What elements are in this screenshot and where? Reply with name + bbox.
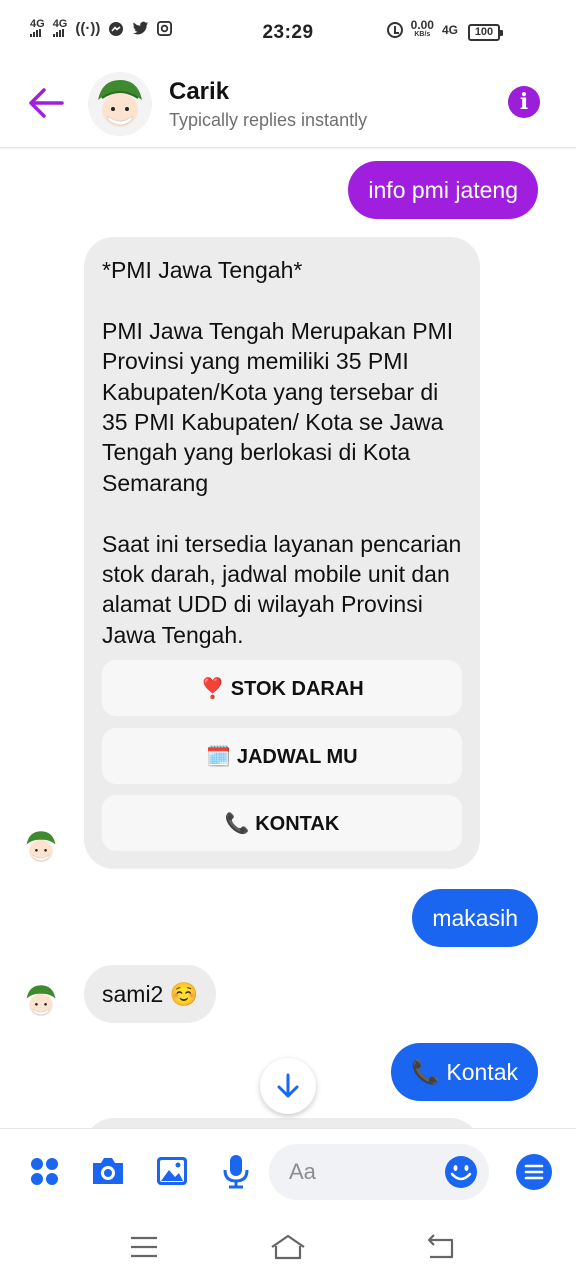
battery-indicator: 100 [468,24,503,41]
image-icon[interactable] [152,1151,192,1191]
quick-reply-jadwal-mu[interactable]: 🗓️ JADWAL MU [102,728,462,784]
carik-mascot-icon [88,72,152,136]
outgoing-message[interactable]: info pmi jateng [348,161,538,219]
alarm-icon [386,22,403,38]
carik-mascot-icon [20,826,62,868]
outgoing-message[interactable]: 📞 Kontak [391,1043,538,1101]
incoming-message[interactable]: sami2 ☺️ [84,965,217,1023]
apps-grid-icon[interactable] [24,1151,64,1191]
camera-icon[interactable] [88,1151,128,1191]
contact-name[interactable]: Carik [169,78,229,106]
status-bar: 4G 4G ((·)) 23:29 0.00 KB/s 4G 100 [0,0,576,66]
net-speed: 0.00 KB/s [410,18,434,38]
composer-bar [0,1128,576,1216]
network-type-right: 4G [441,23,458,37]
bot-avatar[interactable] [20,980,62,1022]
scroll-to-bottom-button[interactable] [260,1058,316,1114]
back-nav-icon[interactable] [420,1230,460,1264]
contact-status: Typically replies instantly [169,110,368,130]
heart-exclamation-icon: ❣️ [200,676,226,700]
chat-header: Carik Typically replies instantly i [0,66,576,148]
bot-avatar[interactable] [20,826,62,868]
carik-mascot-icon [20,980,62,1022]
bot-message-card: *PMI Jawa Tengah* PMI Jawa Tengah Merupa… [84,237,480,869]
back-arrow-icon[interactable] [26,86,66,120]
phone-icon: 📞 [224,811,250,835]
home-icon[interactable] [268,1230,308,1264]
emoji-icon[interactable] [443,1154,479,1190]
status-icons-right: 0.00 KB/s 4G [386,18,458,40]
contact-avatar[interactable] [88,72,152,136]
calendar-icon: 🗓️ [206,744,232,768]
menu-icon[interactable] [515,1153,553,1191]
recent-apps-icon[interactable] [124,1230,164,1264]
outgoing-message[interactable]: makasih [412,889,538,947]
quick-reply-kontak[interactable]: 📞 KONTAK [102,795,462,851]
info-icon[interactable]: i [508,86,540,118]
bot-message-text: *PMI Jawa Tengah* PMI Jawa Tengah Merupa… [102,257,462,648]
quick-reply-stok-darah[interactable]: ❣️ STOK DARAH [102,660,462,716]
arrow-down-icon [277,1073,299,1098]
microphone-icon[interactable] [216,1151,256,1191]
system-nav-bar [0,1216,576,1280]
